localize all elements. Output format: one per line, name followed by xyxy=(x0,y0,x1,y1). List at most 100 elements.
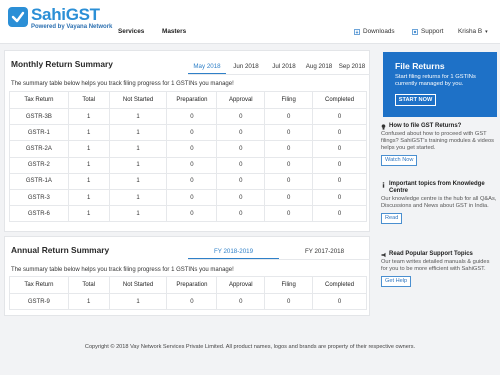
table-row[interactable]: GSTR-2 1 1 0 0 0 0 xyxy=(9,156,367,174)
cell-tax-return: GSTR-2 xyxy=(9,156,69,174)
support-label: Support xyxy=(421,28,444,35)
file-returns-promo: File Returns Start filing returns for 1 … xyxy=(383,52,497,117)
tab-fy-2017-2018[interactable]: FY 2017-2018 xyxy=(279,248,370,259)
table-header-row: Tax Return Total Not Started Preparation… xyxy=(9,276,367,294)
user-name: Krisha B xyxy=(458,28,483,35)
downloads-link[interactable]: Downloads xyxy=(354,28,395,35)
cell-tax-return: GSTR-1A xyxy=(9,172,69,190)
col-header-not-started: Not Started xyxy=(108,276,168,294)
brand-logo[interactable]: SahiGST Powered by Vayana Network xyxy=(8,6,112,31)
get-help-button[interactable]: Get Help xyxy=(381,276,412,287)
col-header-approval: Approval xyxy=(216,91,266,109)
download-icon xyxy=(354,28,360,35)
support-icon xyxy=(412,28,418,35)
start-now-button[interactable]: START NOW xyxy=(395,94,436,106)
downloads-label: Downloads xyxy=(363,28,395,35)
cell-preparation: 0 xyxy=(166,292,218,311)
cell-total: 1 xyxy=(67,188,110,207)
cell-approval: 0 xyxy=(216,188,266,207)
col-header-total: Total xyxy=(67,91,110,109)
cell-preparation: 0 xyxy=(166,156,218,174)
col-header-preparation: Preparation xyxy=(166,91,218,109)
tab-may-2018[interactable]: May 2018 xyxy=(188,63,226,74)
cell-preparation: 0 xyxy=(166,140,218,158)
read-button[interactable]: Read xyxy=(381,213,403,224)
help-section-knowledge-centre: Important topics from Knowledge Centre O… xyxy=(381,181,497,224)
cell-tax-return: GSTR-9 xyxy=(9,292,69,311)
cell-completed: 0 xyxy=(312,205,367,223)
cell-completed: 0 xyxy=(312,156,367,174)
table-row[interactable]: GSTR-6 1 1 0 0 0 0 xyxy=(9,205,367,223)
help-section-support-topics: Read Popular Support Topics Our team wri… xyxy=(381,251,497,287)
cell-filing: 0 xyxy=(264,172,314,190)
cell-total: 1 xyxy=(67,107,110,126)
promo-text: Start filing returns for 1 GSTINs curren… xyxy=(395,74,476,87)
cell-tax-return: GSTR-1 xyxy=(9,124,69,142)
tab-sep-2018[interactable]: Sep 2018 xyxy=(334,63,370,74)
cell-preparation: 0 xyxy=(166,107,218,126)
help-text: Our knowledge centre is the hub for all … xyxy=(381,196,497,209)
cell-preparation: 0 xyxy=(166,188,218,207)
cell-filing: 0 xyxy=(264,140,314,158)
table-row[interactable]: GSTR-1A 1 1 0 0 0 0 xyxy=(9,172,367,190)
tabs-divider xyxy=(188,74,370,75)
cell-total: 1 xyxy=(67,140,110,158)
table-row[interactable]: GSTR-1 1 1 0 0 0 0 xyxy=(9,124,367,142)
cell-completed: 0 xyxy=(312,292,367,311)
col-header-not-started: Not Started xyxy=(108,91,168,109)
cell-total: 1 xyxy=(67,205,110,223)
cell-tax-return: GSTR-3B xyxy=(9,107,69,126)
footer-copyright: Copyright © 2018 Vay Network Services Pr… xyxy=(84,344,416,350)
cell-tax-return: GSTR-2A xyxy=(9,140,69,158)
cell-not-started: 1 xyxy=(108,124,168,142)
help-title: How to file GST Returns? xyxy=(389,123,462,129)
monthly-summary-description: The summary table below helps you track … xyxy=(11,81,234,87)
col-header-tax-return: Tax Return xyxy=(9,276,69,294)
nav-services[interactable]: Services xyxy=(118,28,144,35)
cell-preparation: 0 xyxy=(166,172,218,190)
info-icon xyxy=(382,181,385,188)
table-row[interactable]: GSTR-3B 1 1 0 0 0 0 xyxy=(9,107,367,126)
tab-aug-2018[interactable]: Aug 2018 xyxy=(300,63,338,74)
cell-approval: 0 xyxy=(216,205,266,223)
help-text: Our team writes detailed manuals & guide… xyxy=(381,259,490,272)
watch-now-button[interactable]: Watch Now xyxy=(381,155,418,166)
cell-approval: 0 xyxy=(216,140,266,158)
cell-total: 1 xyxy=(67,172,110,190)
top-navbar: SahiGST Powered by Vayana Network Servic… xyxy=(0,0,500,44)
table-row[interactable]: GSTR-3 1 1 0 0 0 0 xyxy=(9,188,367,207)
brand-tagline: Powered by Vayana Network xyxy=(31,24,113,30)
cell-approval: 0 xyxy=(216,124,266,142)
cell-completed: 0 xyxy=(312,188,367,207)
cell-total: 1 xyxy=(67,124,110,142)
cell-approval: 0 xyxy=(216,292,266,311)
promo-title: File Returns xyxy=(395,61,445,71)
col-header-tax-return: Tax Return xyxy=(9,91,69,109)
cell-preparation: 0 xyxy=(166,205,218,223)
help-text: Confused about how to proceed with GST f… xyxy=(381,131,494,151)
col-header-completed: Completed xyxy=(312,276,367,294)
chevron-down-icon: ▾ xyxy=(485,28,488,35)
tab-fy-2018-2019[interactable]: FY 2018-2019 xyxy=(188,248,279,259)
cell-approval: 0 xyxy=(216,107,266,126)
cell-not-started: 1 xyxy=(108,188,168,207)
user-menu[interactable]: Krisha B ▾ xyxy=(458,28,488,35)
cell-completed: 0 xyxy=(312,172,367,190)
cell-filing: 0 xyxy=(264,156,314,174)
nav-masters[interactable]: Masters xyxy=(162,28,186,35)
table-header-row: Tax Return Total Not Started Preparation… xyxy=(9,91,367,109)
table-row[interactable]: GSTR-2A 1 1 0 0 0 0 xyxy=(9,140,367,158)
tab-jul-2018[interactable]: Jul 2018 xyxy=(265,63,303,74)
cell-not-started: 1 xyxy=(108,140,168,158)
cell-not-started: 1 xyxy=(108,205,168,223)
table-row[interactable]: GSTR-9 1 1 0 0 0 0 xyxy=(9,292,367,311)
col-header-completed: Completed xyxy=(312,91,367,109)
cell-completed: 0 xyxy=(312,124,367,142)
megaphone-icon xyxy=(381,252,386,257)
annual-summary-title: Annual Return Summary xyxy=(11,245,110,255)
brand-name: SahiGST xyxy=(31,5,100,24)
support-link[interactable]: Support xyxy=(412,28,443,35)
cell-approval: 0 xyxy=(216,156,266,174)
tab-jun-2018[interactable]: Jun 2018 xyxy=(227,63,265,74)
col-header-filing: Filing xyxy=(264,91,314,109)
